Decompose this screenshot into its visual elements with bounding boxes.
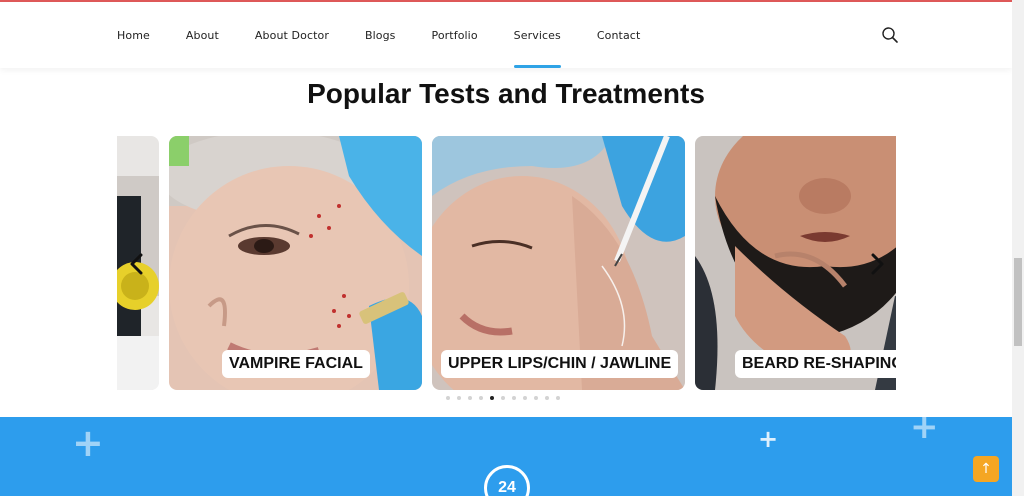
carousel-prev-button[interactable] [127, 252, 147, 276]
carousel-dot[interactable] [490, 396, 494, 400]
carousel-dot[interactable] [534, 396, 538, 400]
carousel-card-beard-reshaping[interactable]: BEARD RE-SHAPING [695, 136, 896, 390]
features-band: + + + 24 [0, 417, 1012, 496]
carousel-dot[interactable] [556, 396, 560, 400]
carousel-dot[interactable] [545, 396, 549, 400]
plus-decor-icon: + [758, 425, 779, 453]
card-label: UPPER LIPS/CHIN / JAWLINE [441, 350, 679, 378]
nav-about-doctor[interactable]: About Doctor [255, 2, 329, 68]
carousel-card-vampire-facial[interactable]: VAMPIRE FACIAL [169, 136, 422, 390]
treatments-carousel: VAMPIRE FACIAL UPPER LIPS/CHIN / JAWLINE [117, 136, 896, 390]
carousel-dot[interactable] [501, 396, 505, 400]
nav-home[interactable]: Home [117, 2, 150, 68]
main-nav: Home About About Doctor Blogs Portfolio … [117, 2, 676, 68]
carousel-dot[interactable] [512, 396, 516, 400]
carousel-dot[interactable] [523, 396, 527, 400]
page-scrollbar[interactable] [1012, 0, 1024, 496]
nav-about[interactable]: About [186, 2, 219, 68]
nav-blogs[interactable]: Blogs [365, 2, 396, 68]
carousel-dot[interactable] [457, 396, 461, 400]
chevron-right-icon [871, 253, 884, 275]
site-header: Home About About Doctor Blogs Portfolio … [0, 2, 1012, 68]
carousel-card-upper-lips[interactable]: UPPER LIPS/CHIN / JAWLINE [432, 136, 685, 390]
nav-services[interactable]: Services [513, 2, 562, 68]
carousel-dot[interactable] [479, 396, 483, 400]
card-label: BEARD RE-SHAPING [735, 350, 896, 378]
carousel-dot[interactable] [468, 396, 472, 400]
card-label: VAMPIRE FACIAL [222, 350, 370, 378]
carousel-next-button[interactable] [867, 252, 887, 276]
nav-portfolio[interactable]: Portfolio [432, 2, 478, 68]
support-24-icon: 24 [484, 465, 530, 496]
carousel-dot[interactable] [446, 396, 450, 400]
section-title: Popular Tests and Treatments [307, 78, 705, 109]
scrollbar-thumb[interactable] [1014, 258, 1022, 346]
search-icon[interactable] [880, 25, 900, 45]
carousel-pagination [446, 396, 567, 400]
scroll-to-top-button[interactable]: ↑ [973, 456, 999, 482]
nav-contact[interactable]: Contact [597, 2, 641, 68]
plus-decor-icon: + [910, 417, 939, 447]
plus-decor-icon: + [72, 421, 104, 465]
chevron-left-icon [130, 253, 143, 275]
